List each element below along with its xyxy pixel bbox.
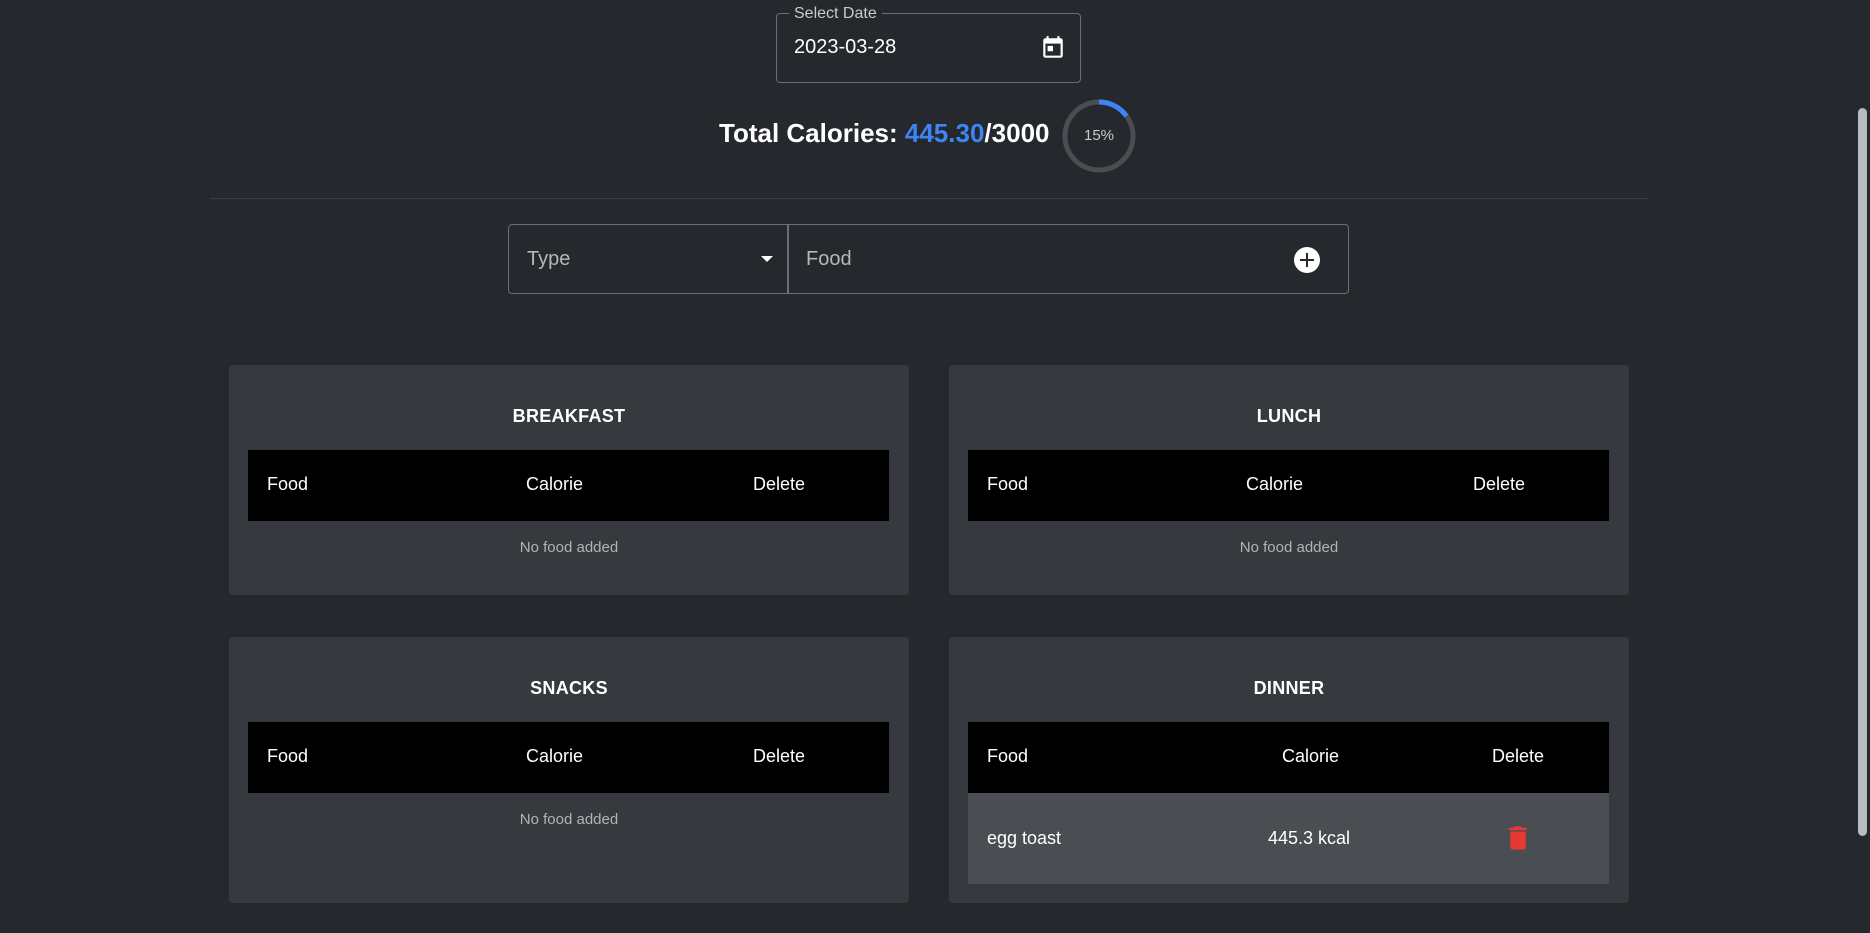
add-circle-icon[interactable] <box>1294 247 1320 273</box>
column-header-calorie: Calorie <box>1246 474 1304 494</box>
dropdown-arrow-icon[interactable] <box>761 256 773 262</box>
date-picker-field[interactable]: Select Date 2023-03-28 <box>776 5 1081 83</box>
date-picker-label: Select Date <box>789 5 882 23</box>
meal-type-select[interactable]: Type <box>508 224 788 294</box>
lunch-table-header: Food Calorie Delete <box>968 450 1609 521</box>
total-calories-text: Total Calories: 445.30/3000 <box>719 118 1050 149</box>
total-calories-current: 445.30 <box>904 118 985 148</box>
column-header-delete: Delete <box>1473 474 1526 494</box>
food-input-placeholder: Food <box>806 248 852 270</box>
column-header-calorie: Calorie <box>526 474 584 494</box>
total-calories-label: Total Calories: <box>719 118 905 148</box>
scrollbar-thumb[interactable] <box>1858 108 1867 836</box>
lunch-card: LUNCH Food Calorie Delete No food added <box>949 365 1629 595</box>
snacks-table-header: Food Calorie Delete <box>248 722 889 793</box>
total-calories-row: Total Calories: 445.30/3000 15% <box>0 98 1870 174</box>
snacks-empty-message: No food added <box>519 811 619 828</box>
table-row: egg toast 445.3 kcal <box>968 793 1609 884</box>
breakfast-empty-message: No food added <box>519 539 619 556</box>
food-input[interactable]: Food <box>788 224 1349 294</box>
snacks-card: SNACKS Food Calorie Delete No food added <box>229 637 909 903</box>
column-header-food: Food <box>987 474 1029 494</box>
breakfast-card: BREAKFAST Food Calorie Delete No food ad… <box>229 365 909 595</box>
trash-icon[interactable] <box>1509 826 1527 850</box>
column-header-delete: Delete <box>1492 746 1545 766</box>
column-header-calorie: Calorie <box>1282 746 1340 766</box>
calorie-progress-percent: 15% <box>1083 127 1115 144</box>
snacks-title: SNACKS <box>530 678 608 698</box>
date-picker-value[interactable]: 2023-03-28 <box>794 36 896 59</box>
dinner-card: DINNER Food Calorie Delete egg toast 445… <box>949 637 1629 903</box>
column-header-food: Food <box>267 474 309 494</box>
column-header-food: Food <box>987 746 1029 766</box>
total-calories-separator: / <box>984 118 992 148</box>
meal-type-placeholder: Type <box>527 248 571 270</box>
calendar-icon[interactable] <box>1040 35 1066 61</box>
food-name-cell: egg toast <box>987 828 1062 848</box>
section-divider <box>210 198 1649 199</box>
calorie-cell: 445.3 kcal <box>1268 828 1351 848</box>
column-header-delete: Delete <box>753 746 806 766</box>
total-calories-goal: 3000 <box>991 118 1050 148</box>
column-header-delete: Delete <box>753 474 806 494</box>
dinner-table-header: Food Calorie Delete <box>968 722 1609 793</box>
lunch-empty-message: No food added <box>1239 539 1339 556</box>
breakfast-table-header: Food Calorie Delete <box>248 450 889 521</box>
column-header-food: Food <box>267 746 309 766</box>
lunch-title: LUNCH <box>1256 406 1322 426</box>
breakfast-title: BREAKFAST <box>512 406 626 426</box>
dinner-title: DINNER <box>1253 678 1325 698</box>
column-header-calorie: Calorie <box>526 746 584 766</box>
calorie-tracker-page: Select Date 2023-03-28 Total Calories: 4… <box>0 0 1870 933</box>
